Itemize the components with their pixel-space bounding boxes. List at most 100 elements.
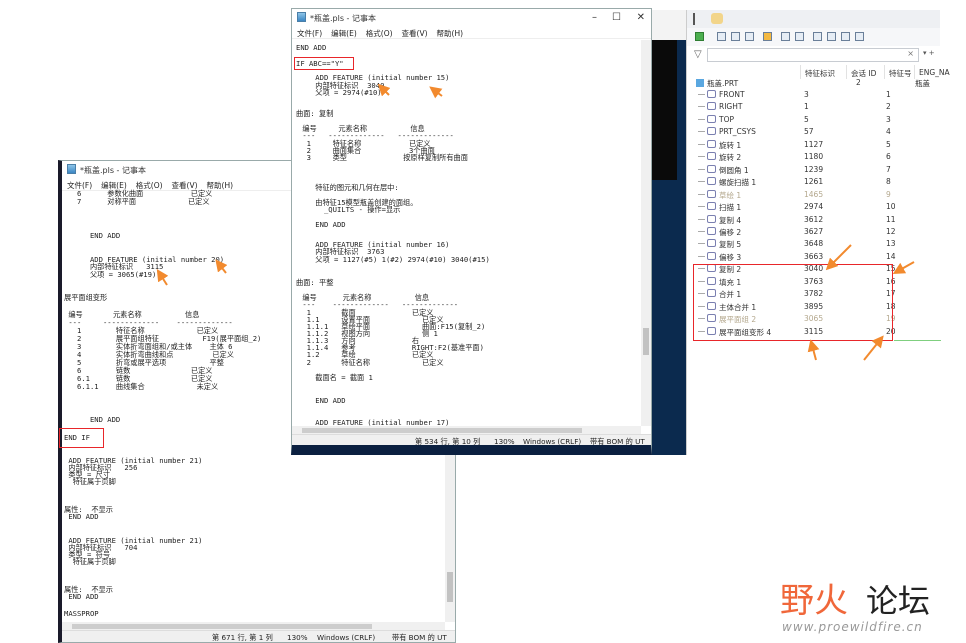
feature-number: 5 [886, 139, 891, 149]
tree-row[interactable]: PRT_CSYS 57 4 [687, 126, 940, 138]
toolbar-icon[interactable] [827, 32, 836, 41]
minimize-button[interactable]: – [592, 12, 597, 23]
menu-format[interactable]: 格式(O) [366, 29, 393, 38]
feature-number: 1 [886, 90, 891, 99]
maximize-button[interactable]: ☐ [612, 12, 621, 23]
window-title: *瓶盖.pls - 记事本 [80, 166, 146, 175]
model-tree-tab-icon[interactable] [693, 13, 705, 25]
feature-icon [707, 90, 716, 98]
feature-id: 1 [804, 102, 809, 112]
text-line: 父项 = 1127(#5) 1(#2) 2974(#10) 3040(#15) [298, 255, 490, 264]
feature-name: RIGHT [719, 102, 743, 112]
tree-row[interactable]: FRONT 3 1 [687, 89, 940, 101]
feature-id: 1261 [804, 177, 824, 187]
toolbar-icon[interactable] [813, 32, 822, 41]
tree-row[interactable]: 草绘 1 1465 9 [687, 189, 940, 201]
tree-row[interactable]: 偏移 3 3663 14 [687, 251, 940, 263]
toolbar-icon[interactable] [695, 32, 704, 41]
tree-line [698, 131, 705, 133]
text-line: 截面名 = 截面 1 [298, 373, 373, 382]
tree-tabs [687, 10, 940, 28]
toolbar-icon[interactable] [841, 32, 850, 41]
toolbar-icon[interactable] [855, 32, 864, 41]
tree-row[interactable]: RIGHT 1 2 [687, 101, 940, 113]
feature-number: 9 [886, 189, 891, 199]
toolbar-icon[interactable] [745, 32, 754, 41]
layer-tab-icon[interactable] [711, 13, 723, 24]
toolbar-icon[interactable] [781, 32, 790, 41]
part-icon [696, 79, 704, 87]
toolbar-icon[interactable] [763, 32, 772, 41]
tree-row[interactable]: 螺旋扫描 1 1261 8 [687, 176, 940, 188]
tree-line [698, 218, 705, 220]
feature-icon [707, 226, 716, 235]
text-line: END ADD [64, 231, 121, 240]
status-bar: 第 534 行, 第 10 列 130% Windows (CRLF) 带有 B… [292, 434, 651, 446]
feature-icon [707, 164, 716, 173]
status-encoding: 带有 BOM 的 UT [590, 437, 645, 446]
toolbar-icon[interactable] [717, 32, 726, 41]
tree-row[interactable]: TOP 5 3 [687, 114, 940, 126]
text-line: 父项 = 3065(#19) [64, 270, 157, 279]
feature-id: 3663 [804, 251, 824, 261]
feature-number: 12 [886, 226, 896, 236]
tree-root[interactable]: 瓶盖.PRT 2 瓶盖 [687, 77, 940, 89]
notepad-window-front: *瓶盖.pls - 记事本 – ☐ ✕ 文件(F) 编辑(E) 格式(O) 查看(V)… [291, 8, 652, 455]
status-zoom: 130% [287, 633, 308, 642]
text-line: MASSPROP [64, 609, 99, 618]
status-position: 第 534 行, 第 10 列 [415, 437, 481, 446]
tree-line [698, 143, 705, 145]
vertical-scrollbar[interactable] [641, 40, 651, 426]
background-window [651, 10, 686, 455]
tree-row[interactable]: 扫描 1 2974 10 [687, 201, 940, 213]
feature-id: 2974 [804, 202, 824, 212]
highlight-if-statement [294, 57, 354, 70]
text-line: END ADD [64, 415, 121, 424]
feature-number: 2 [886, 102, 891, 112]
text-line: _QUILTS - 操作=显示 [298, 205, 401, 214]
tree-row[interactable]: 偏移 2 3627 12 [687, 226, 940, 238]
feature-icon [707, 239, 716, 248]
feature-name: 扫描 1 [719, 203, 742, 213]
feature-name: FRONT [719, 90, 745, 99]
dropdown-icon[interactable]: ▾ + [923, 49, 935, 57]
highlight-tree-rows [693, 264, 893, 341]
feature-id: 1127 [804, 139, 824, 149]
tree-row[interactable]: 倒圆角 1 1239 7 [687, 164, 940, 176]
feature-icon [707, 152, 716, 161]
menu-edit[interactable]: 编辑(E) [331, 29, 357, 38]
text-line: END ADD [64, 512, 99, 521]
window-title: *瓶盖.pls - 记事本 [310, 14, 376, 23]
close-button[interactable]: ✕ [637, 12, 645, 23]
tree-row[interactable]: 旋转 2 1180 6 [687, 151, 940, 163]
text-line: END ADD [298, 396, 346, 405]
filter-icon[interactable]: ▽ [694, 49, 702, 60]
feature-number: 6 [886, 152, 891, 162]
text-line: 曲面: 复制 [296, 109, 334, 118]
toolbar-icon[interactable] [731, 32, 740, 41]
feature-id: 57 [804, 127, 814, 137]
tree-line [698, 156, 705, 158]
feature-name: 偏移 2 [719, 227, 742, 237]
status-zoom: 130% [494, 437, 515, 446]
feature-name: 草绘 1 [719, 190, 742, 200]
tree-row[interactable]: 复制 4 3612 11 [687, 214, 940, 226]
text-line: 3 类型 按原样复制所有曲面 [298, 153, 468, 162]
title-bar: *瓶盖.pls - 记事本 – ☐ ✕ [292, 9, 651, 26]
tree-row[interactable]: 旋转 1 1127 5 [687, 139, 940, 151]
tree-search-input[interactable]: × [707, 48, 919, 62]
menu-help[interactable]: 帮助(H) [437, 29, 464, 38]
menu-file[interactable]: 文件(F) [297, 29, 322, 38]
tree-line [698, 255, 705, 257]
feature-id: 1239 [804, 164, 824, 174]
clear-icon[interactable]: × [907, 49, 914, 58]
menu-bar: 文件(F) 编辑(E) 格式(O) 查看(V) 帮助(H) [292, 26, 651, 39]
menu-view[interactable]: 查看(V) [402, 29, 428, 38]
feature-id: 3 [804, 90, 809, 99]
tree-line [698, 206, 705, 208]
feature-number: 3 [886, 114, 891, 124]
tree-line [698, 193, 705, 195]
toolbar-icon[interactable] [795, 32, 804, 41]
notepad-icon [297, 12, 306, 22]
tree-row[interactable]: 复制 5 3648 13 [687, 238, 940, 250]
